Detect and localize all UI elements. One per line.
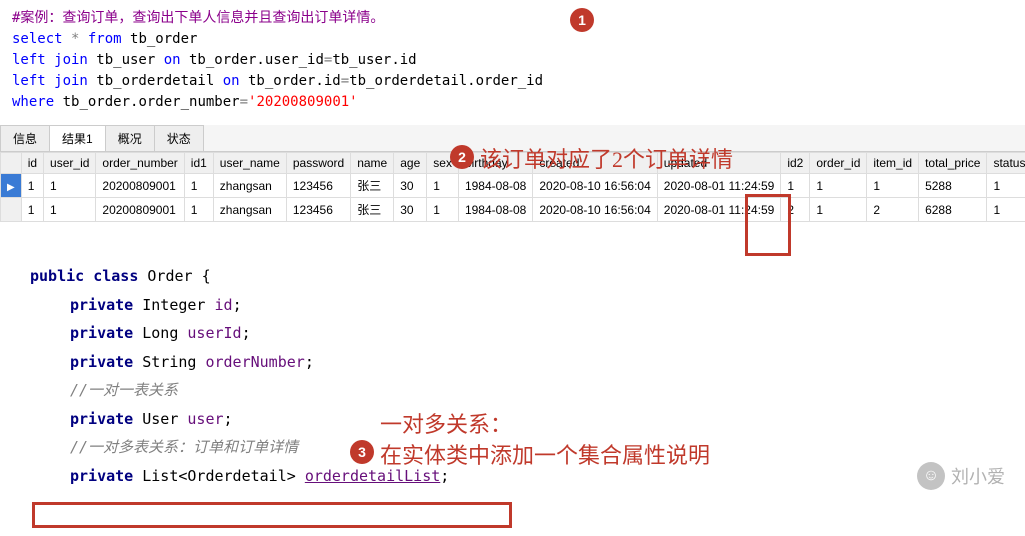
kw-select: select	[12, 31, 63, 47]
col-age[interactable]: age	[394, 153, 427, 174]
java-comment-1: //一对一表关系	[70, 381, 178, 399]
annotation-text-2: 该订单对应了2个订单详情	[480, 142, 733, 174]
row-selector[interactable]: ▶	[1, 174, 22, 198]
annotation-badge-1: 1	[570, 8, 594, 32]
annotation-text-3: 一对多关系： 在实体类中添加一个集合属性说明	[380, 410, 710, 472]
annotation-badge-3: 3	[350, 440, 374, 464]
annotation-badge-2: 2	[450, 145, 474, 169]
watermark-text: 刘小爱	[951, 463, 1005, 489]
col-total_price[interactable]: total_price	[919, 153, 987, 174]
col-order_number[interactable]: order_number	[96, 153, 184, 174]
tab-info[interactable]: 信息	[0, 125, 50, 151]
table-row[interactable]: 11202008090011zhangsan123456张三3011984-08…	[1, 198, 1025, 222]
col-id[interactable]: id	[21, 153, 43, 174]
col-order_id[interactable]: order_id	[810, 153, 867, 174]
table-row[interactable]: ▶ 11202008090011zhangsan123456张三3011984-…	[1, 174, 1025, 198]
col-id2[interactable]: id2	[781, 153, 810, 174]
row-selector[interactable]	[1, 198, 22, 222]
col-password[interactable]: password	[286, 153, 350, 174]
col-name[interactable]: name	[351, 153, 394, 174]
watermark: ☺ 刘小爱	[917, 462, 1005, 490]
row-header-blank	[1, 153, 22, 174]
col-user_name[interactable]: user_name	[213, 153, 286, 174]
col-id1[interactable]: id1	[184, 153, 213, 174]
tab-status[interactable]: 状态	[154, 125, 204, 151]
java-comment-2: //一对多表关系：订单和订单详情	[70, 438, 298, 456]
sql-code-block: #案例：查询订单，查询出下单人信息并且查询出订单详情。 select * fro…	[0, 0, 1025, 121]
sql-comment: #案例：查询订单，查询出下单人信息并且查询出订单详情。	[12, 10, 384, 26]
tab-profile[interactable]: 概况	[105, 125, 155, 151]
triangle-right-icon: ▶	[7, 182, 15, 193]
col-user_id[interactable]: user_id	[44, 153, 96, 174]
col-item_id[interactable]: item_id	[867, 153, 919, 174]
tab-result1[interactable]: 结果1	[49, 125, 106, 151]
watermark-avatar-icon: ☺	[917, 462, 945, 490]
col-status[interactable]: status	[987, 153, 1025, 174]
